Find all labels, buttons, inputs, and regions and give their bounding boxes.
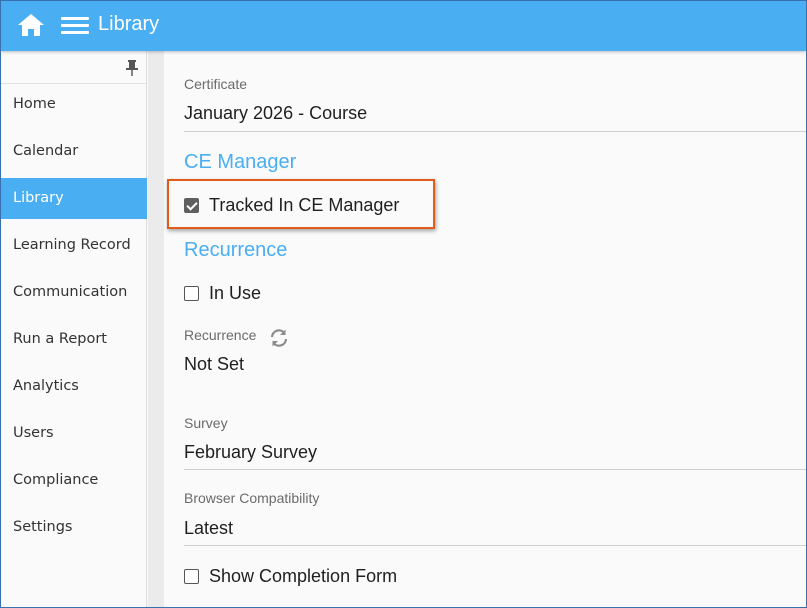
checkbox-unchecked-icon[interactable] xyxy=(184,568,199,584)
show-completion-form-checkbox[interactable]: Show Completion Form xyxy=(184,564,397,588)
page-title: Library xyxy=(98,13,160,35)
survey-field[interactable]: February Survey xyxy=(184,442,317,463)
recurrence-label: Recurrence xyxy=(184,327,257,343)
sidebar-item-users[interactable]: Users xyxy=(1,413,147,454)
sidebar-item-settings[interactable]: Settings xyxy=(1,507,147,548)
certificate-field[interactable]: January 2026 - Course xyxy=(184,103,367,124)
checkbox-checked-icon[interactable] xyxy=(184,197,199,213)
survey-underline xyxy=(184,469,806,470)
in-use-checkbox[interactable]: In Use xyxy=(184,281,261,305)
sidebar-item-compliance[interactable]: Compliance xyxy=(1,460,147,501)
certificate-underline xyxy=(184,131,806,132)
sidebar-item-calendar[interactable]: Calendar xyxy=(1,131,147,172)
sidebar-item-library[interactable]: Library xyxy=(1,178,147,219)
recurrence-heading: Recurrence xyxy=(184,239,288,261)
sidebar-item-learning-record[interactable]: Learning Record xyxy=(1,225,147,266)
browser-compatibility-field[interactable]: Latest xyxy=(184,518,233,539)
sidebar-gutter xyxy=(148,51,164,607)
sidebar-item-analytics[interactable]: Analytics xyxy=(1,366,147,407)
checkbox-unchecked-icon[interactable] xyxy=(184,285,199,301)
survey-label: Survey xyxy=(184,415,228,431)
sidebar-item-run-a-report[interactable]: Run a Report xyxy=(1,319,147,360)
ce-manager-heading: CE Manager xyxy=(184,151,297,173)
app-window: Library Home Calendar Library Learning R… xyxy=(0,0,807,608)
home-icon[interactable] xyxy=(17,12,45,38)
recurrence-value: Not Set xyxy=(184,354,245,374)
sidebar-item-home[interactable]: Home xyxy=(1,84,147,125)
refresh-icon[interactable] xyxy=(268,327,290,349)
certificate-label: Certificate xyxy=(184,76,248,92)
sidebar-item-communication[interactable]: Communication xyxy=(1,272,147,313)
sidebar: Home Calendar Library Learning Record Co… xyxy=(1,51,147,607)
tracked-in-ce-manager-label: Tracked In CE Manager xyxy=(209,194,400,215)
in-use-label: In Use xyxy=(209,282,262,303)
show-completion-form-label: Show Completion Form xyxy=(209,565,398,586)
top-bar: Library xyxy=(1,1,806,51)
pin-icon[interactable] xyxy=(125,59,139,77)
browser-compatibility-label: Browser Compatibility xyxy=(184,490,320,506)
main-content: Certificate January 2026 - Course CE Man… xyxy=(164,51,806,607)
hamburger-menu-icon[interactable] xyxy=(61,15,89,37)
browser-compatibility-underline xyxy=(184,545,806,546)
tracked-in-ce-manager-checkbox[interactable]: Tracked In CE Manager xyxy=(184,193,399,217)
